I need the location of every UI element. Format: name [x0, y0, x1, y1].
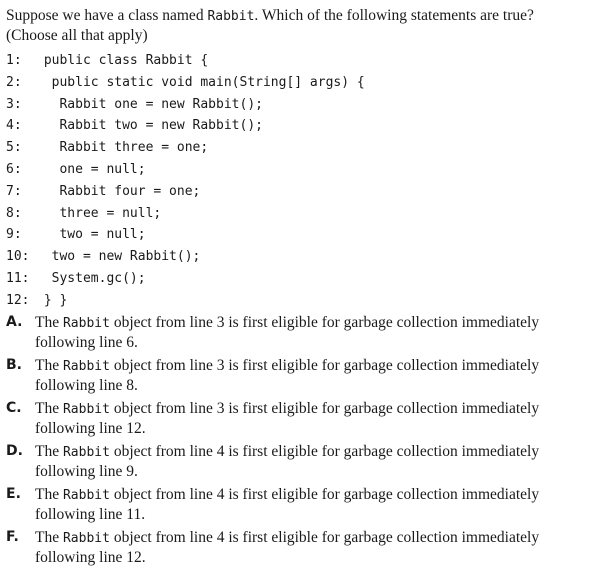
option-letter: F.: [6, 528, 19, 545]
question-text-after: . Which of the following statements are …: [254, 7, 534, 24]
code-line: 9: two = null;: [6, 223, 606, 245]
code-text: Rabbit four = one;: [36, 183, 201, 199]
answer-options: A. The Rabbit object from line 3 is first…: [6, 313, 606, 567]
option-text-post: object from line 3 is first eligible for…: [35, 399, 540, 437]
line-number: 1:: [6, 53, 22, 68]
code-text: public static void main(String[] args) {: [36, 74, 365, 90]
option-text-post: object from line 4 is first eligible for…: [35, 528, 540, 566]
code-text: three = null;: [36, 205, 162, 221]
option-class-name: Rabbit: [62, 444, 110, 460]
line-number: 11:: [6, 270, 30, 286]
option-letter: C.: [6, 399, 22, 416]
option-class-name: Rabbit: [62, 315, 110, 331]
code-line: 12: } }: [6, 289, 606, 311]
code-text: Rabbit three = one;: [36, 140, 209, 156]
option-text-pre: The: [35, 356, 63, 374]
code-line: 7: Rabbit four = one;: [6, 180, 606, 202]
option-class-name: Rabbit: [62, 487, 110, 503]
line-number: 3:: [6, 96, 22, 112]
question-class-name: Rabbit: [207, 9, 255, 24]
option-text-pre: The: [35, 399, 63, 417]
answer-option[interactable]: B. The Rabbit object from line 3 is first…: [6, 356, 590, 395]
option-text-post: object from line 4 is first eligible for…: [35, 485, 540, 523]
question-line-1: Suppose we have a class named Rabbit. Wh…: [6, 6, 606, 26]
code-line: 10: two = new Rabbit();: [6, 245, 606, 267]
answer-option[interactable]: E. The Rabbit object from line 4 is first…: [6, 485, 590, 524]
option-text-pre: The: [35, 485, 63, 503]
line-number: 6:: [6, 161, 22, 177]
code-text: } }: [36, 292, 68, 308]
code-line: 2: public static void main(String[] args…: [6, 71, 606, 93]
code-line: 6: one = null;: [6, 158, 606, 180]
option-text: The Rabbit object from line 3 is first e…: [35, 313, 590, 352]
code-text: System.gc();: [36, 270, 146, 286]
code-text: one = null;: [36, 161, 146, 177]
option-text-post: object from line 3 is first eligible for…: [35, 313, 540, 351]
line-number: 9:: [6, 227, 22, 243]
option-class-name: Rabbit: [62, 401, 110, 417]
code-line: 3: Rabbit one = new Rabbit();: [6, 93, 606, 115]
option-letter: E.: [6, 485, 21, 502]
code-text: Rabbit two = new Rabbit();: [36, 118, 263, 134]
option-letter: B.: [6, 356, 22, 373]
line-number: 7:: [6, 183, 22, 199]
option-letter: D.: [6, 442, 23, 459]
answer-option[interactable]: A. The Rabbit object from line 3 is first…: [6, 313, 590, 352]
line-number: 4:: [6, 118, 22, 134]
option-class-name: Rabbit: [62, 358, 110, 374]
option-text-pre: The: [35, 313, 63, 331]
option-text: The Rabbit object from line 4 is first e…: [35, 485, 590, 524]
code-text: two = new Rabbit();: [36, 249, 201, 265]
question-stem: Suppose we have a class named Rabbit. Wh…: [6, 6, 606, 45]
answer-option[interactable]: C. The Rabbit object from line 3 is first…: [6, 399, 590, 438]
code-line: 11: System.gc();: [6, 267, 606, 289]
code-line: 1: public class Rabbit {: [6, 49, 606, 71]
option-text: The Rabbit object from line 3 is first e…: [35, 356, 590, 395]
option-text-pre: The: [35, 528, 63, 546]
code-listing: 1: public class Rabbit {2: public static…: [6, 49, 606, 311]
line-number: 2:: [6, 74, 22, 90]
option-text: The Rabbit object from line 4 is first e…: [35, 442, 590, 481]
question-text-before: Suppose we have a class named: [6, 7, 208, 24]
line-number: 5:: [6, 140, 22, 156]
code-text: two = null;: [36, 227, 146, 243]
answer-option[interactable]: D. The Rabbit object from line 4 is first…: [6, 442, 590, 481]
question-line-2: (Choose all that apply): [6, 27, 148, 44]
code-text: public class Rabbit {: [36, 53, 209, 68]
option-letter: A.: [6, 313, 23, 330]
line-number: 12:: [6, 292, 30, 308]
option-text: The Rabbit object from line 3 is first e…: [35, 399, 590, 438]
code-line: 4: Rabbit two = new Rabbit();: [6, 114, 606, 136]
line-number: 10:: [6, 249, 30, 265]
code-text: Rabbit one = new Rabbit();: [36, 96, 263, 112]
question-page: Suppose we have a class named Rabbit. Wh…: [6, 6, 606, 571]
option-text-post: object from line 4 is first eligible for…: [35, 442, 540, 480]
option-class-name: Rabbit: [62, 530, 110, 546]
code-line: 5: Rabbit three = one;: [6, 136, 606, 158]
line-number: 8:: [6, 205, 22, 221]
option-text-post: object from line 3 is first eligible for…: [35, 356, 540, 394]
option-text-pre: The: [35, 442, 63, 460]
code-line: 8: three = null;: [6, 202, 606, 224]
